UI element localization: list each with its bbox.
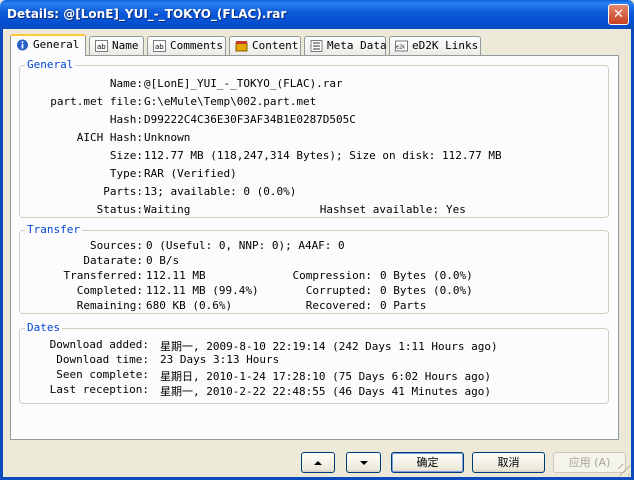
- resize-grip[interactable]: [618, 464, 630, 476]
- partmet-value: G:\eMule\Temp\002.part.met: [144, 95, 317, 108]
- sources-value: 0 (Useful: 0, NNP: 0); A4AF: 0: [146, 239, 345, 252]
- type-value: RAR (Verified): [144, 167, 237, 180]
- general-group: General Name: @[LonE]_YUI_-_TOKYO_(FLAC)…: [19, 58, 609, 218]
- remaining-value: 680 KB (0.6%): [146, 299, 233, 312]
- recovered-value: 0 Parts: [380, 299, 427, 312]
- transferred-label: Transferred:: [63, 269, 143, 282]
- corrupted-value: 0 Bytes (0.0%): [380, 284, 473, 297]
- dates-group: Dates Download added: 星期一, 2009-8-10 22:…: [19, 321, 609, 404]
- parts-label: Parts:: [103, 185, 143, 198]
- details-panel: General Name: @[LonE]_YUI_-_TOKYO_(FLAC)…: [10, 55, 619, 440]
- group-title-general: General: [25, 58, 76, 71]
- datarate-label: Datarate:: [83, 254, 143, 267]
- transfer-group: Transfer Sources: 0 (Useful: 0, NNP: 0);…: [19, 223, 609, 314]
- download-time-label: Download time:: [56, 353, 149, 366]
- remaining-label: Remaining:: [76, 299, 143, 312]
- completed-label: Completed:: [76, 284, 143, 297]
- comments-icon: ab: [153, 40, 166, 52]
- download-added-label: Download added:: [49, 338, 149, 351]
- seen-complete-label: Seen complete:: [56, 368, 149, 381]
- name-icon: ab: [95, 40, 108, 52]
- download-added-value: 星期一, 2009-8-10 22:19:14 (242 Days 1:11 H…: [160, 340, 498, 353]
- svg-text:ab: ab: [155, 43, 164, 51]
- arrow-down-icon: [359, 461, 368, 465]
- datarate-value: 0 B/s: [146, 254, 180, 267]
- tab-content[interactable]: Content: [229, 36, 301, 55]
- tab-meta-data[interactable]: Meta Data: [304, 36, 387, 55]
- hashset-label: Hashset available:: [319, 203, 439, 216]
- recovered-label: Recovered:: [305, 299, 372, 312]
- aich-value: Unknown: [144, 131, 191, 144]
- tab-label: eD2K Links: [412, 39, 479, 52]
- arrow-up-icon: [314, 461, 322, 465]
- hash-label: Hash:: [109, 113, 143, 126]
- size-label: Size:: [109, 149, 143, 162]
- hash-value: D99222C4C36E30F3AF34B1E0287D505C: [144, 113, 356, 126]
- apply-button[interactable]: 应用 (A): [553, 452, 626, 473]
- window-title: Details: @[LonE]_YUI_-_TOKYO_(FLAC).rar: [7, 7, 287, 21]
- tab-label: General: [33, 38, 80, 51]
- completed-value: 112.11 MB (99.4%): [146, 284, 259, 297]
- corrupted-label: Corrupted:: [305, 284, 372, 297]
- name-value: @[LonE]_YUI_-_TOKYO_(FLAC).rar: [144, 77, 343, 90]
- compression-label: Compression:: [292, 269, 372, 282]
- hashset-value: Yes: [446, 203, 466, 216]
- download-time-value: 23 Days 3:13 Hours: [160, 353, 280, 366]
- tab-label: Content: [252, 39, 299, 52]
- ok-button[interactable]: 确定: [391, 452, 464, 473]
- tab-ed2k-links[interactable]: e2k eD2K Links: [389, 36, 481, 55]
- parts-value: 13; available: 0 (0.0%): [144, 185, 297, 198]
- tab-general[interactable]: General: [10, 34, 86, 56]
- metadata-icon: [310, 40, 323, 52]
- svg-text:e2k: e2k: [396, 45, 405, 51]
- transferred-value: 112.11 MB: [146, 269, 206, 282]
- info-icon: [17, 39, 28, 51]
- sources-label: Sources:: [90, 239, 143, 252]
- content-icon: [235, 41, 248, 52]
- title-bar[interactable]: Details: @[LonE]_YUI_-_TOKYO_(FLAC).rar …: [0, 0, 634, 29]
- ed2k-icon: e2k: [395, 40, 408, 52]
- group-title-transfer: Transfer: [25, 223, 82, 236]
- last-reception-value: 星期一, 2010-2-22 22:48:55 (46 Days 41 Minu…: [160, 385, 492, 398]
- seen-complete-value: 星期日, 2010-1-24 17:28:10 (75 Days 6:02 Ho…: [160, 370, 492, 383]
- partmet-label: part.met file:: [50, 95, 143, 108]
- group-title-dates: Dates: [25, 321, 63, 334]
- next-button[interactable]: [346, 452, 381, 473]
- aich-label: AICH Hash:: [76, 131, 143, 144]
- compression-value: 0 Bytes (0.0%): [380, 269, 473, 282]
- tab-name[interactable]: ab Name: [89, 36, 144, 55]
- name-label: Name:: [109, 77, 143, 90]
- previous-button[interactable]: [301, 452, 335, 473]
- close-button[interactable]: ✕: [608, 4, 629, 25]
- tab-label: Meta Data: [327, 39, 387, 52]
- type-label: Type:: [109, 167, 143, 180]
- cancel-button[interactable]: 取消: [472, 452, 545, 473]
- tab-label: Name: [112, 39, 139, 52]
- size-value: 112.77 MB (118,247,314 Bytes); Size on d…: [144, 149, 502, 162]
- svg-text:ab: ab: [97, 43, 106, 51]
- tab-label: Comments: [170, 39, 223, 52]
- status-value: Waiting: [144, 203, 191, 216]
- tab-comments[interactable]: ab Comments: [147, 36, 226, 55]
- status-label: Status:: [96, 203, 143, 216]
- last-reception-label: Last reception:: [49, 383, 149, 396]
